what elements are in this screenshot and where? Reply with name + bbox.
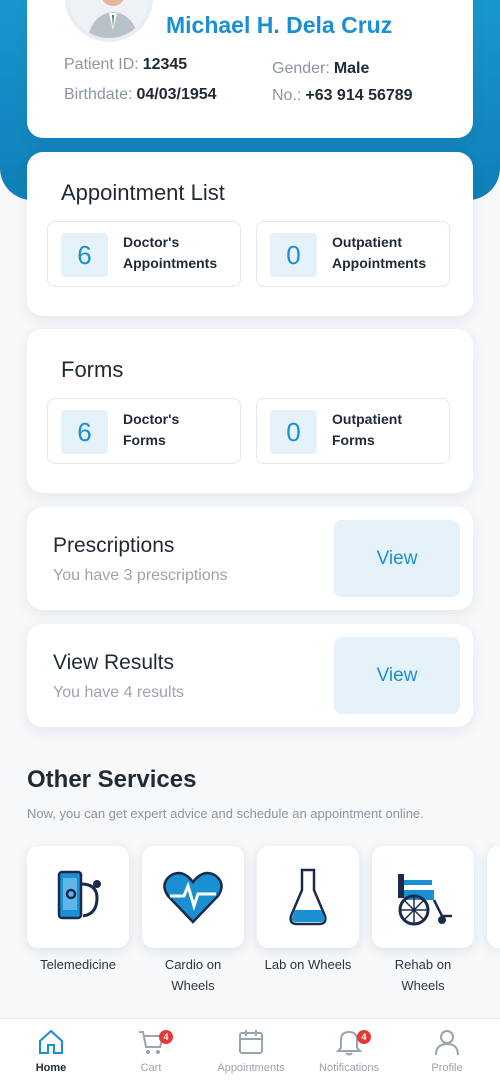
- tab-notifications-label: Notifications: [319, 1062, 379, 1074]
- results-card: View Results You have 4 results View: [27, 624, 473, 727]
- tile-label-line: Outpatient: [332, 234, 402, 250]
- doctors-appointments-label: Doctor's Appointments: [123, 232, 217, 274]
- outpatient-appointments-count: 0: [270, 233, 317, 277]
- forms-title: Forms: [61, 357, 124, 382]
- outpatient-appointments-tile[interactable]: 0 Outpatient Appointments: [256, 221, 450, 287]
- wheelchair-icon: [398, 874, 452, 926]
- doctors-appointments-tile[interactable]: 6 Doctor's Appointments: [47, 221, 241, 287]
- tab-appointments[interactable]: Appointments: [201, 1019, 301, 1083]
- prescriptions-subtitle: You have 3 prescriptions: [53, 567, 228, 584]
- heart-pulse-icon: [163, 871, 223, 924]
- service-next-partial[interactable]: [487, 846, 500, 948]
- gender-value: Male: [333, 60, 370, 77]
- birthdate: Birthdate: 04/03/1954: [64, 86, 217, 104]
- phone-value: +63 914 56789: [305, 87, 413, 104]
- doctors-forms-label: Doctor's Forms: [123, 409, 179, 451]
- patient-id-value: 12345: [142, 56, 188, 73]
- results-view-button[interactable]: View: [334, 637, 460, 714]
- prescriptions-view-button[interactable]: View: [334, 520, 460, 597]
- patient-id: Patient ID: 12345: [64, 56, 187, 74]
- stethoscope-phone-icon: [57, 870, 101, 920]
- home-icon: [39, 1029, 63, 1054]
- tab-home-label: Home: [35, 1062, 67, 1074]
- service-label-cardio: Cardio on Wheels: [164, 957, 222, 993]
- patient-id-label: Patient ID:: [64, 56, 139, 73]
- prescriptions-title: Prescriptions: [53, 534, 175, 557]
- tile-label-line: Doctor's: [123, 234, 180, 250]
- outpatient-forms-tile[interactable]: 0 Outpatient Forms: [256, 398, 450, 464]
- bottom-tab-bar: Home 4 Cart Appointments 4 Notifications…: [0, 1018, 500, 1083]
- tile-label-line: Outpatient: [332, 411, 402, 427]
- doctors-forms-tile[interactable]: 6 Doctor's Forms: [47, 398, 241, 464]
- tab-cart-label: Cart: [140, 1062, 162, 1074]
- service-telemedicine[interactable]: [27, 846, 129, 948]
- service-rehab-on-wheels[interactable]: [372, 846, 474, 948]
- notifications-badge: 4: [357, 1030, 371, 1044]
- tab-home[interactable]: Home: [1, 1019, 101, 1083]
- doctors-forms-count: 6: [61, 410, 108, 454]
- other-services-title: Other Services: [27, 766, 197, 793]
- prescriptions-card: Prescriptions You have 3 prescriptions V…: [27, 507, 473, 610]
- tab-notifications[interactable]: 4 Notifications: [299, 1019, 399, 1083]
- service-label-lab: Lab on Wheels: [264, 957, 352, 972]
- service-lab-on-wheels[interactable]: [257, 846, 359, 948]
- service-label-rehab: Rehab on Wheels: [394, 957, 452, 993]
- outpatient-appointments-label: Outpatient Appointments: [332, 232, 426, 274]
- birthdate-value: 04/03/1954: [136, 86, 217, 103]
- patient-name: Michael H. Dela Cruz: [166, 12, 393, 38]
- tile-label-line: Forms: [123, 432, 166, 448]
- tab-appointments-label: Appointments: [217, 1062, 285, 1074]
- tab-profile-label: Profile: [431, 1062, 463, 1074]
- service-label-telemedicine: Telemedicine: [40, 957, 116, 972]
- gender: Gender: Male: [272, 60, 369, 78]
- tab-cart[interactable]: 4 Cart: [101, 1019, 201, 1083]
- results-subtitle: You have 4 results: [53, 684, 185, 701]
- avatar[interactable]: [65, 0, 153, 42]
- calendar-icon: [239, 1030, 263, 1054]
- birthdate-label: Birthdate:: [64, 86, 133, 103]
- tab-profile[interactable]: Profile: [397, 1019, 497, 1083]
- flask-icon: [289, 868, 327, 926]
- tile-label-line: Appointments: [332, 255, 427, 271]
- doctors-appointments-count: 6: [61, 233, 108, 277]
- results-title: View Results: [53, 651, 174, 674]
- appointment-list-card: Appointment List 6 Doctor's Appointments…: [27, 152, 473, 316]
- tile-label-line: Forms: [332, 432, 375, 448]
- outpatient-forms-count: 0: [270, 410, 317, 454]
- service-cardio-on-wheels[interactable]: [142, 846, 244, 948]
- phone-label: No.:: [272, 87, 302, 104]
- tile-label-line: Appointments: [123, 255, 218, 271]
- tile-label-line: Doctor's: [123, 411, 180, 427]
- outpatient-forms-label: Outpatient Forms: [332, 409, 402, 451]
- cart-badge: 4: [159, 1030, 173, 1044]
- appointment-list-title: Appointment List: [61, 180, 225, 205]
- forms-card: Forms 6 Doctor's Forms 0 Outpatient Form…: [27, 329, 473, 493]
- phone-number: No.: +63 914 56789: [272, 87, 413, 105]
- gender-label: Gender:: [272, 60, 330, 77]
- profile-icon: [435, 1030, 459, 1056]
- other-services-subtitle: Now, you can get expert advice and sched…: [27, 806, 424, 821]
- patient-card: Michael H. Dela Cruz Patient ID: 12345 Ge…: [27, 0, 473, 138]
